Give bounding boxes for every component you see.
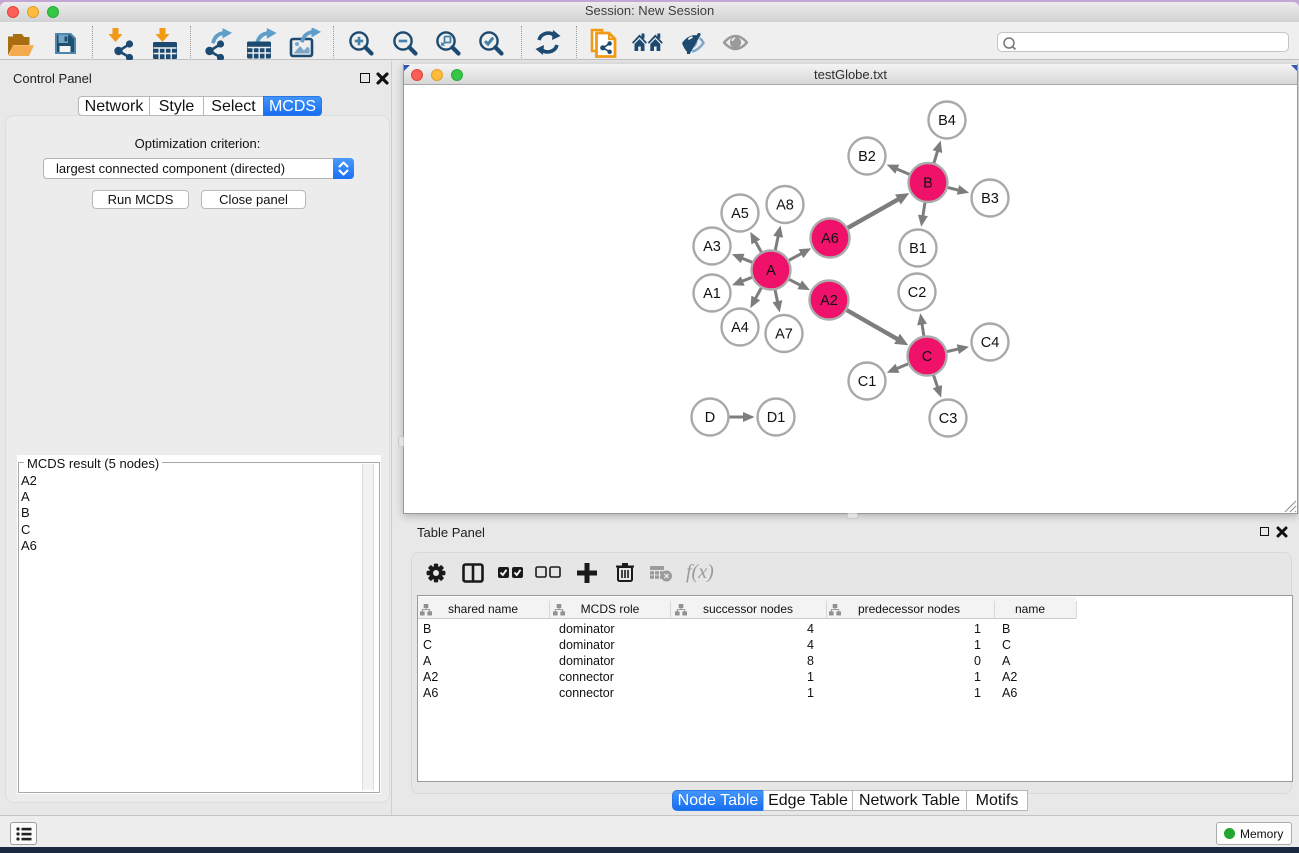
svg-text:A3: A3 xyxy=(703,239,721,255)
svg-text:A: A xyxy=(766,263,776,279)
svg-text:A7: A7 xyxy=(775,327,793,343)
svg-text:B2: B2 xyxy=(858,149,876,165)
svg-text:A6: A6 xyxy=(821,231,839,247)
svg-text:A5: A5 xyxy=(731,206,749,222)
svg-text:C4: C4 xyxy=(981,335,1000,351)
svg-text:D: D xyxy=(705,410,715,426)
svg-text:A8: A8 xyxy=(776,198,794,214)
svg-text:A1: A1 xyxy=(703,286,721,302)
svg-text:C3: C3 xyxy=(939,411,958,427)
svg-text:C1: C1 xyxy=(858,374,877,390)
svg-text:C2: C2 xyxy=(908,285,927,301)
svg-text:A4: A4 xyxy=(731,320,749,336)
svg-text:B1: B1 xyxy=(909,241,927,257)
svg-text:D1: D1 xyxy=(767,410,786,426)
svg-text:C: C xyxy=(922,349,932,365)
svg-text:B: B xyxy=(923,176,933,192)
svg-text:B4: B4 xyxy=(938,113,956,129)
svg-text:B3: B3 xyxy=(981,191,999,207)
svg-text:A2: A2 xyxy=(820,293,838,309)
